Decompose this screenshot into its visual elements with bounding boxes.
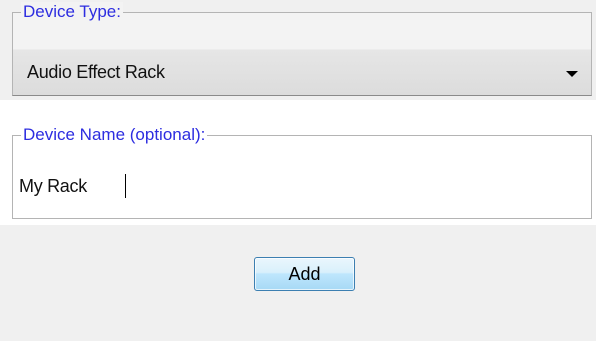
device-name-legend: Device Name (optional): [21, 125, 208, 145]
chevron-down-icon[interactable] [566, 71, 578, 77]
device-type-group: Device Type: Audio Effect Rack [12, 2, 592, 96]
device-type-dropdown[interactable]: Audio Effect Rack [13, 49, 591, 95]
device-type-panel: Device Type: Audio Effect Rack [0, 0, 596, 100]
device-name-panel: Device Name (optional): [0, 100, 596, 225]
add-button[interactable]: Add [254, 257, 355, 291]
device-name-input[interactable] [15, 172, 579, 200]
device-type-selected-value: Audio Effect Rack [27, 62, 165, 82]
text-cursor [125, 174, 126, 198]
device-type-legend: Device Type: [21, 2, 123, 22]
device-name-group: Device Name (optional): [12, 125, 592, 219]
footer-panel: Add [0, 225, 596, 341]
